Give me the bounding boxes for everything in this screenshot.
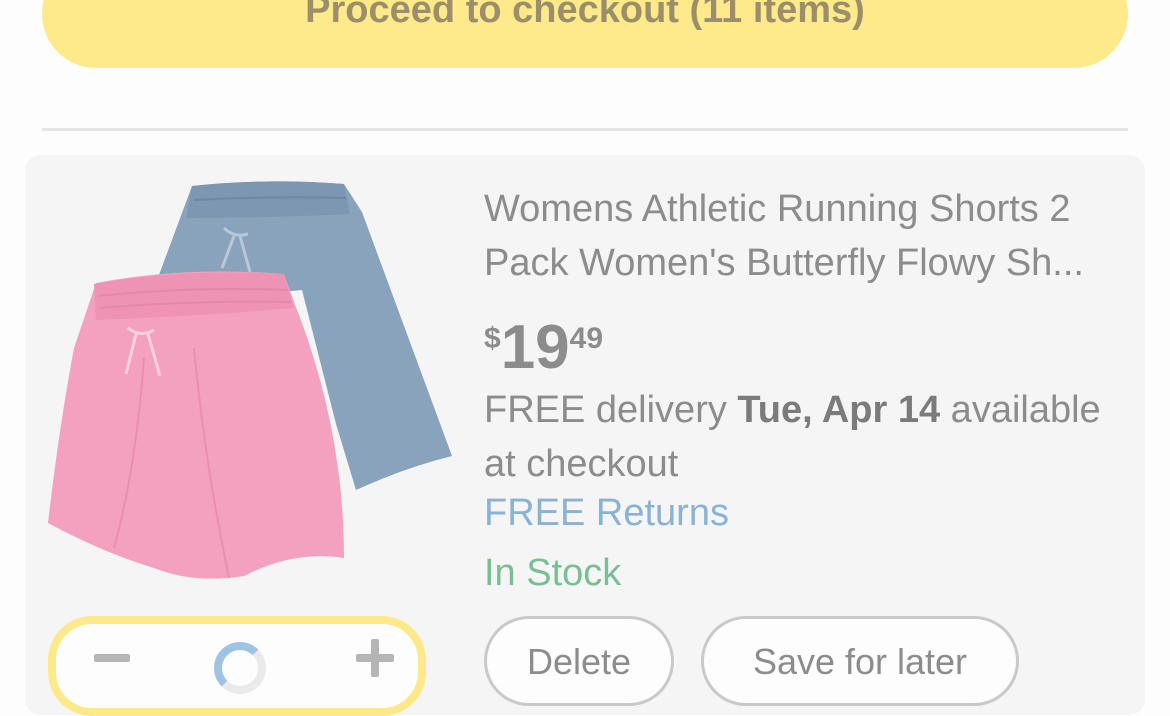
loading-spinner-icon — [214, 642, 266, 694]
price: $1949 — [484, 312, 603, 383]
delivery-date: Tue, Apr 14 — [737, 389, 941, 431]
free-returns-link[interactable]: FREE Returns — [484, 492, 729, 535]
quantity-stepper[interactable] — [48, 616, 426, 716]
minus-icon[interactable] — [94, 654, 130, 662]
price-currency: $ — [484, 322, 501, 355]
delete-button[interactable]: Delete — [484, 616, 674, 706]
proceed-to-checkout-button[interactable]: Proceed to checkout (11 items) — [42, 0, 1128, 68]
price-fraction: 49 — [569, 322, 604, 355]
price-whole: 19 — [500, 313, 570, 382]
delivery-prefix: FREE delivery — [484, 389, 738, 431]
product-title[interactable]: Womens Athletic Running Shorts 2 Pack Wo… — [484, 182, 1124, 290]
save-for-later-button[interactable]: Save for later — [701, 616, 1019, 706]
delivery-info: FREE delivery Tue, Apr 14 available at c… — [484, 383, 1124, 491]
plus-icon-vertical[interactable] — [371, 639, 379, 677]
product-image[interactable] — [44, 178, 456, 586]
pink-shorts — [48, 271, 344, 579]
divider — [42, 128, 1128, 131]
stock-status: In Stock — [484, 552, 622, 594]
